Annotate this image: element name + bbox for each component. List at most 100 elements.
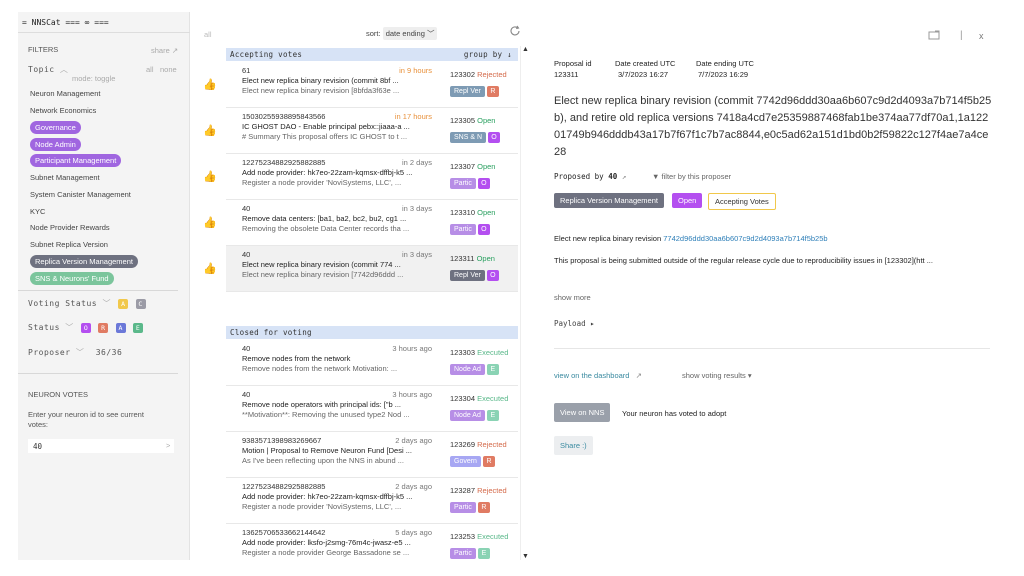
list-item[interactable]: 40 3 hours ago Remove node operators wit… xyxy=(226,386,518,432)
row-proposer: 40 xyxy=(242,250,251,259)
neuron-id-input[interactable] xyxy=(28,439,174,453)
status-badge-open[interactable]: O xyxy=(81,322,92,333)
proposer-id-link[interactable]: 40 xyxy=(608,172,617,181)
row-id: 123310 xyxy=(450,208,476,217)
topic-subnet-management[interactable]: Subnet Management xyxy=(30,173,100,182)
row-status: Rejected xyxy=(477,486,507,495)
topic-network-economics[interactable]: Network Economics xyxy=(30,106,96,115)
refresh-icon[interactable] xyxy=(509,25,521,37)
group-by-toggle[interactable]: group by ↓ xyxy=(464,50,512,59)
row-status: Rejected xyxy=(477,70,507,79)
group-title: Accepting votes xyxy=(230,50,303,59)
close-button[interactable]: x xyxy=(979,31,984,41)
show-more-link[interactable]: show more xyxy=(554,293,591,302)
list-scrollbar[interactable]: ▲ ▼ xyxy=(520,46,529,560)
row-summary: Removing the obsolete Data Center record… xyxy=(242,224,410,233)
chevron-down-icon: ﹀ xyxy=(102,299,111,308)
row-status: Rejected xyxy=(477,440,507,449)
topic-mode-toggle[interactable]: mode: toggle xyxy=(72,74,115,83)
view-on-dashboard-link[interactable]: view on the dashboard ↗ xyxy=(554,371,642,380)
share-button[interactable]: Share :) xyxy=(554,436,593,455)
row-tags: Partic R xyxy=(450,502,490,513)
voting-status-label: Voting Status xyxy=(28,299,98,308)
topic-select-none[interactable]: none xyxy=(160,65,177,74)
view-on-nns-button[interactable]: View on NNS xyxy=(554,403,611,422)
share-filters-link[interactable]: share ↗ xyxy=(151,46,178,55)
row-tags: Partic E xyxy=(450,548,490,559)
list-item-selected[interactable]: 40 in 3 days Elect new replica binary re… xyxy=(226,246,518,292)
row-status: Executed xyxy=(477,394,509,403)
topic-node-admin[interactable]: Node Admin xyxy=(30,138,81,151)
row-title: IC GHOST DAO - Enable principal pebx::ji… xyxy=(242,122,410,131)
row-tags: Partic O xyxy=(450,178,490,189)
sort-select[interactable]: date ending ﹀ xyxy=(382,27,438,40)
scroll-down-icon[interactable]: ▼ xyxy=(522,553,529,560)
status-filter[interactable]: Status ﹀ O R A E xyxy=(28,322,144,333)
filter-by-proposer-label: filter by this proposer xyxy=(661,172,732,181)
proposer-label: Proposer xyxy=(28,348,71,357)
topic-participant-management[interactable]: Participant Management xyxy=(30,154,122,167)
list-item[interactable]: 40 in 3 days Remove data centers: [ba1, … xyxy=(226,200,518,246)
topic-filter-toggle[interactable]: Topic ︿ xyxy=(28,64,68,75)
topic-system-canister-management[interactable]: System Canister Management xyxy=(30,190,131,199)
list-item[interactable]: 12275234882925882885 2 days ago Add node… xyxy=(226,478,518,524)
row-id-status: 123269 Rejected xyxy=(450,440,507,449)
thumbs-up-icon[interactable]: 👍 xyxy=(203,170,217,183)
row-time: 3 hours ago xyxy=(392,390,432,399)
topic-tag: Node Ad xyxy=(450,364,485,375)
topic-subnet-replica-version[interactable]: Subnet Replica Version xyxy=(30,240,108,249)
voting-status-badge-closed[interactable]: C xyxy=(135,298,146,309)
chevron-down-icon: ﹀ xyxy=(65,323,74,332)
list-item[interactable]: 61 in 9 hours Elect new replica binary r… xyxy=(226,62,518,108)
proposed-by: Proposed by 40 ↗ xyxy=(554,172,626,181)
list-item[interactable]: 12275234882925882885 in 2 days Add node … xyxy=(226,154,518,200)
list-item[interactable]: 15030255938895843566 in 17 hours IC GHOS… xyxy=(226,108,518,154)
voting-status-filter[interactable]: Voting Status ﹀ A C xyxy=(28,298,146,309)
thumbs-up-icon[interactable]: 👍 xyxy=(203,124,217,137)
thumbs-up-icon[interactable]: 👍 xyxy=(203,216,217,229)
thumbs-up-icon[interactable]: 👍 xyxy=(203,262,217,275)
topic-replica-version-management[interactable]: Replica Version Management xyxy=(30,255,138,268)
list-item[interactable]: 9383571398983269667 2 days ago Motion | … xyxy=(226,432,518,478)
list-item[interactable]: 40 3 hours ago Remove nodes from the net… xyxy=(226,340,518,386)
topic-governance[interactable]: Governance xyxy=(30,121,81,134)
row-id: 123307 xyxy=(450,162,476,171)
topic-label: Topic xyxy=(28,65,55,74)
filter-by-proposer[interactable]: ▼ filter by this proposer xyxy=(652,172,731,181)
voting-status-badge-accepting[interactable]: A xyxy=(118,298,129,309)
open-window-icon[interactable] xyxy=(928,30,940,40)
external-link-icon: ↗ xyxy=(635,371,642,380)
topic-select-all[interactable]: all xyxy=(146,65,154,74)
list-item[interactable]: 13625706533662144642 5 days ago Add node… xyxy=(226,524,518,560)
commit-link[interactable]: 7742d96ddd30aa6b607c9d2d4093a7b714f5b25b xyxy=(663,234,827,243)
payload-toggle[interactable]: Payload ▸ xyxy=(554,319,595,328)
dashboard-link-label: view on the dashboard xyxy=(554,371,630,380)
proposer-filter[interactable]: Proposer ﹀ 36/36 xyxy=(28,347,122,358)
row-id-status: 123303 Executed xyxy=(450,348,508,357)
row-summary: Register a node provider George Bassadon… xyxy=(242,548,410,557)
row-time: in 17 hours xyxy=(394,112,432,121)
topic-kyc[interactable]: KYC xyxy=(30,207,45,216)
neuron-submit-icon[interactable]: > xyxy=(166,441,170,450)
status-badge-rejected[interactable]: R xyxy=(98,322,109,333)
date-created-value: 3/7/2023 16:27 xyxy=(618,70,669,79)
scroll-up-icon[interactable]: ▲ xyxy=(522,46,529,53)
row-id: 123287 xyxy=(450,486,476,495)
topic-node-provider-rewards[interactable]: Node Provider Rewards xyxy=(30,223,110,232)
external-link-icon[interactable]: ↗ xyxy=(622,172,627,181)
topic-neuron-management[interactable]: Neuron Management xyxy=(30,89,100,98)
show-voting-results[interactable]: show voting results ▾ xyxy=(682,371,752,380)
topic-sns-neurons-fund[interactable]: SNS & Neurons' Fund xyxy=(30,272,114,285)
row-status: Open xyxy=(477,116,496,125)
filter-icon: ▼ xyxy=(652,172,660,181)
row-summary: Remove nodes from the network Motivation… xyxy=(242,364,398,373)
row-title: Remove data centers: [ba1, ba2, bc2, bu2… xyxy=(242,214,407,223)
status-badge-executed[interactable]: E xyxy=(133,322,144,333)
thumbs-up-icon[interactable]: 👍 xyxy=(203,78,217,91)
list-all-toggle[interactable]: all xyxy=(204,30,212,39)
sort-control: sort: date ending ﹀ xyxy=(366,27,438,40)
status-tag: E xyxy=(486,410,499,421)
separator: | xyxy=(960,30,963,41)
status-badge-adopted[interactable]: A xyxy=(115,322,126,333)
filters-label: FILTERS xyxy=(28,45,59,54)
